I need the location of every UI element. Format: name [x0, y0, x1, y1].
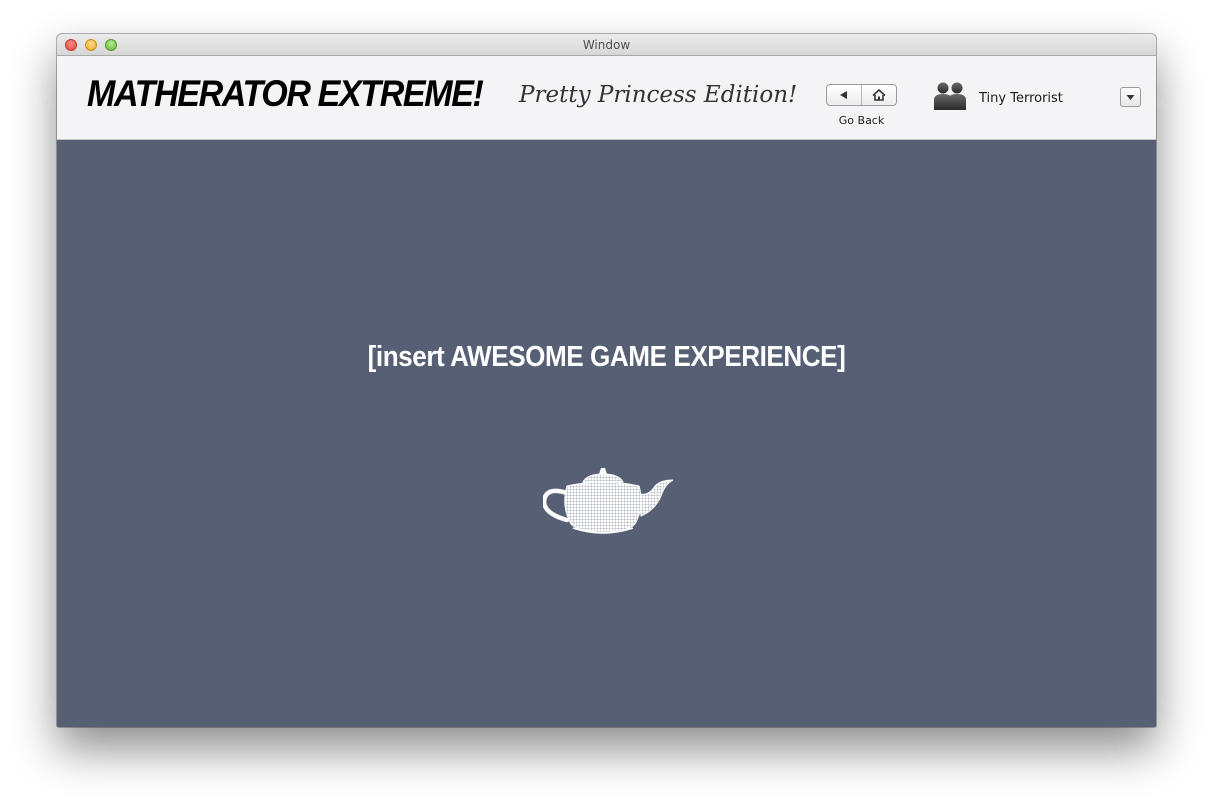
- username: Tiny Terrorist: [979, 91, 1063, 106]
- teapot-wireframe-icon: [543, 468, 674, 534]
- navigation-segmented-control: [826, 84, 897, 106]
- window-titlebar[interactable]: Window: [57, 34, 1156, 56]
- app-subtitle: Pretty Princess Edition!: [519, 82, 798, 108]
- app-window: Window MATHERATOR EXTREME! Pretty Prince…: [57, 34, 1156, 727]
- chevron-down-icon: [1126, 94, 1135, 100]
- back-button[interactable]: [827, 85, 861, 105]
- users-group-icon: [934, 82, 966, 110]
- home-icon: [872, 89, 886, 101]
- back-triangle-icon: [840, 91, 847, 99]
- window-title: Window: [582, 38, 631, 52]
- game-area[interactable]: [insert AWESOME GAME EXPERIENCE]: [57, 140, 1156, 727]
- home-button[interactable]: [861, 85, 896, 105]
- go-back-label: Go Back: [838, 114, 885, 127]
- game-placeholder-text: [insert AWESOME GAME EXPERIENCE]: [367, 341, 846, 373]
- toolbar: MATHERATOR EXTREME! Pretty Princess Edit…: [57, 56, 1156, 140]
- app-title: MATHERATOR EXTREME!: [87, 73, 484, 114]
- user-menu-button[interactable]: [1120, 87, 1141, 107]
